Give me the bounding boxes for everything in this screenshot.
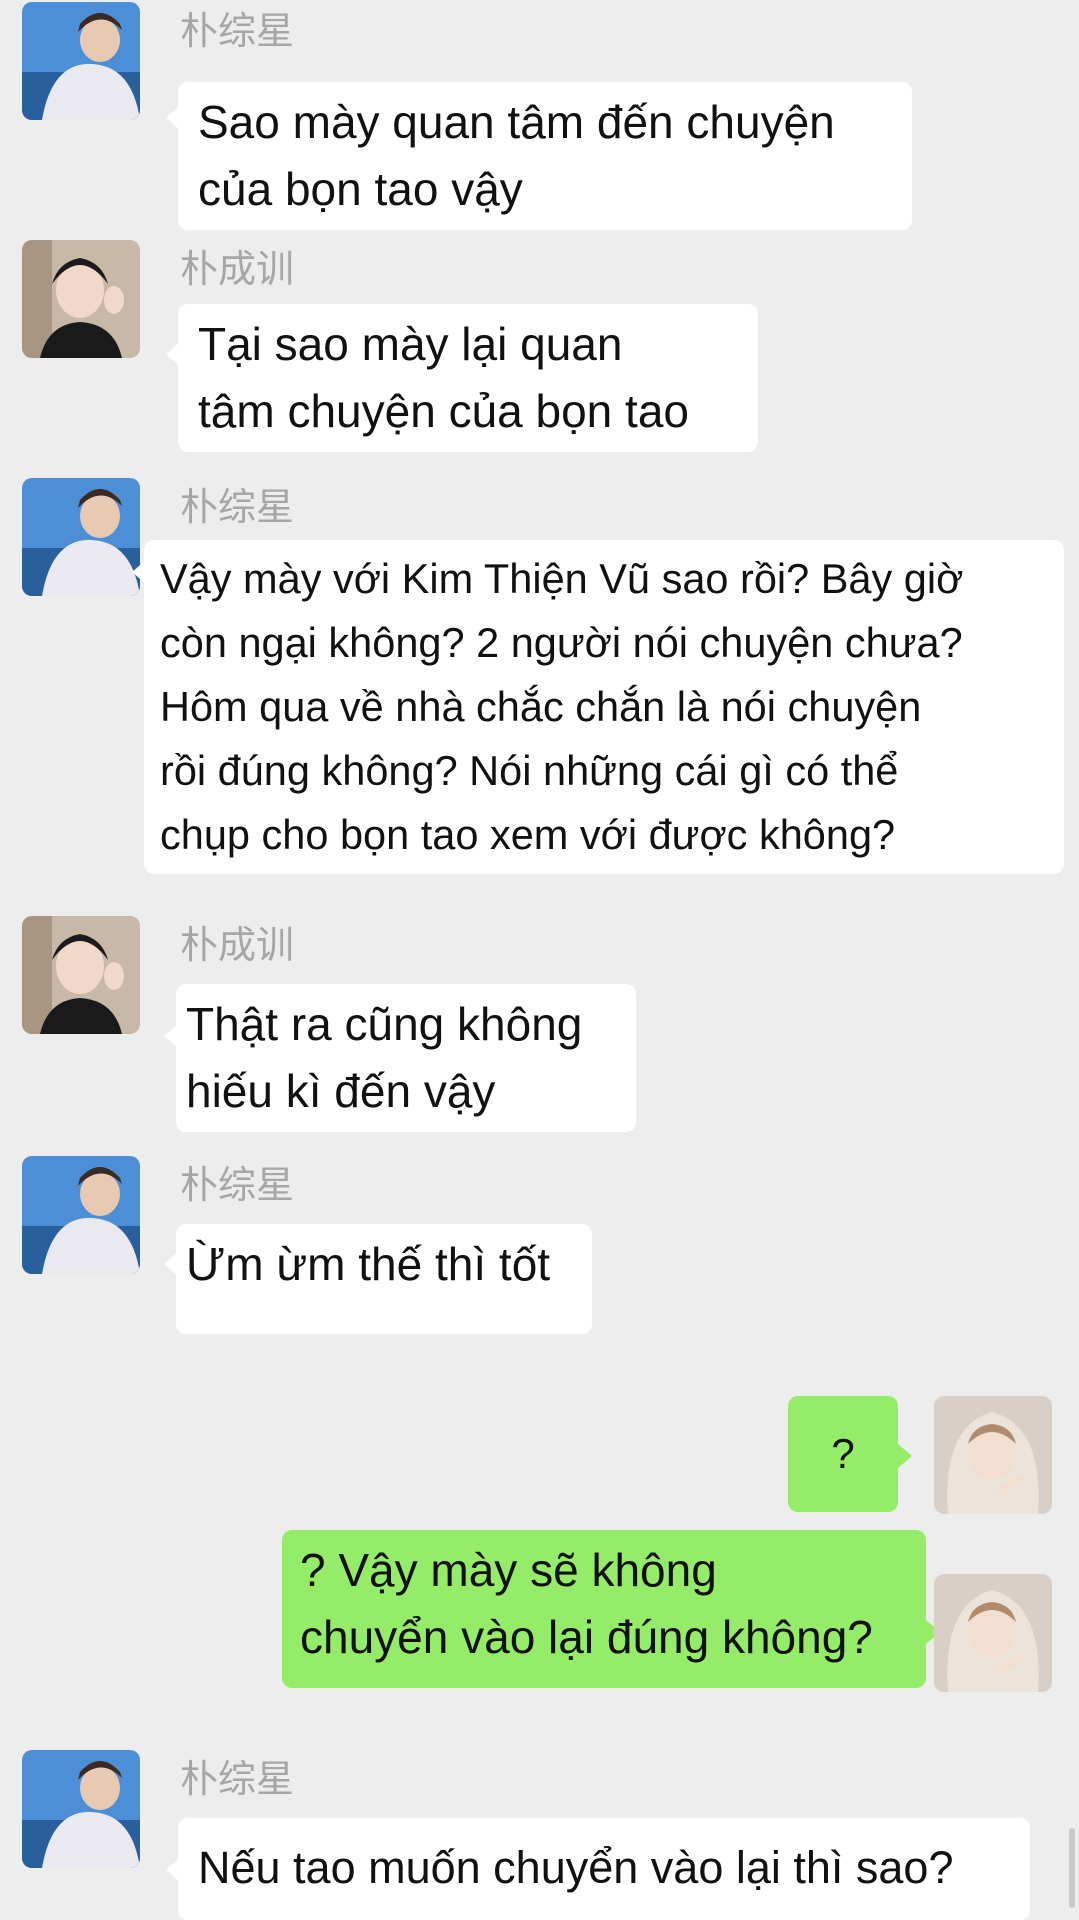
avatar-sender-b[interactable] bbox=[22, 916, 140, 1034]
sender-name: 朴综星 bbox=[180, 1757, 295, 1801]
avatar-photo-hoodie-icon bbox=[934, 1396, 1052, 1514]
message-bubble[interactable]: Vậy mày với Kim Thiện Vũ sao rồi? Bây gi… bbox=[144, 540, 1064, 874]
sender-name: 朴综星 bbox=[180, 485, 295, 529]
avatar-me[interactable] bbox=[934, 1396, 1052, 1514]
avatar-sender-b[interactable] bbox=[22, 240, 140, 358]
avatar-photo-hoodie-icon bbox=[934, 1574, 1052, 1692]
avatar-photo-sea-icon bbox=[22, 2, 140, 120]
message-bubble[interactable]: Tại sao mày lại quan tâm chuyện của bọn … bbox=[178, 304, 758, 452]
message-bubble[interactable]: Thật ra cũng không hiếu kì đến vậy bbox=[176, 984, 636, 1132]
message-bubble-outgoing[interactable]: ? Vậy mày sẽ không chuyển vào lại đúng k… bbox=[282, 1530, 926, 1688]
sender-name: 朴综星 bbox=[180, 1163, 295, 1207]
avatar-photo-sea-icon bbox=[22, 478, 140, 596]
avatar-sender-a[interactable] bbox=[22, 1750, 140, 1868]
sender-name: 朴成训 bbox=[180, 247, 295, 291]
message-bubble[interactable]: Sao mày quan tâm đến chuyện của bọn tao … bbox=[178, 82, 912, 230]
avatar-me[interactable] bbox=[934, 1574, 1052, 1692]
avatar-photo-portrait-icon bbox=[22, 916, 140, 1034]
sender-name: 朴成训 bbox=[180, 923, 295, 967]
message-bubble[interactable]: Ừm ừm thế thì tốt bbox=[176, 1224, 592, 1334]
bubble-tail bbox=[898, 1444, 912, 1468]
message-bubble[interactable]: Nếu tao muốn chuyển vào lại thì sao? bbox=[178, 1818, 1030, 1920]
message-bubble-outgoing[interactable]: ? bbox=[788, 1396, 898, 1512]
avatar-photo-sea-icon bbox=[22, 1750, 140, 1868]
avatar-photo-sea-icon bbox=[22, 1156, 140, 1274]
avatar-sender-a[interactable] bbox=[22, 1156, 140, 1274]
scrollbar[interactable] bbox=[1069, 1828, 1075, 1908]
sender-name: 朴综星 bbox=[180, 9, 295, 53]
avatar-photo-portrait-icon bbox=[22, 240, 140, 358]
avatar-sender-a[interactable] bbox=[22, 2, 140, 120]
avatar-sender-a[interactable] bbox=[22, 478, 140, 596]
